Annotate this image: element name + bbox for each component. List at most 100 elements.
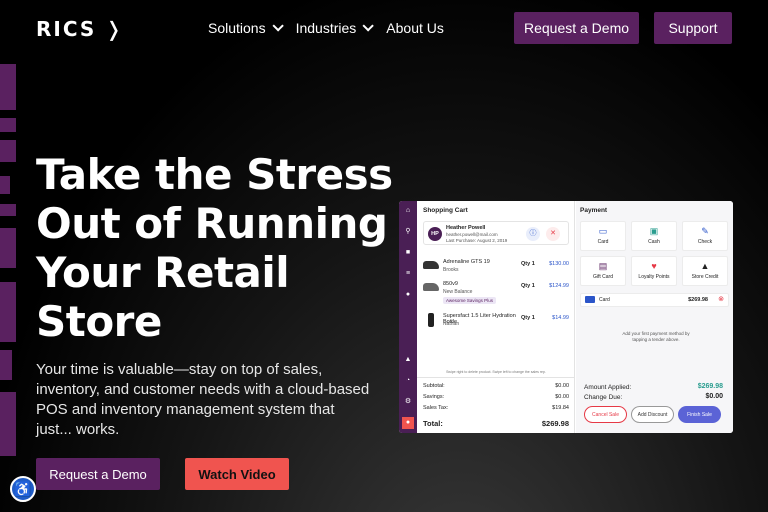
subtotal-row: Subtotal: $0.00	[423, 383, 569, 389]
total-row: Total: $269.98	[423, 419, 569, 428]
check-icon: ✎	[701, 226, 709, 236]
request-demo-button[interactable]: Request a Demo	[514, 12, 639, 44]
chevron-down-icon	[362, 20, 375, 32]
bottle-icon	[428, 313, 434, 327]
payment-hint: Add your first payment method by tapping…	[622, 331, 690, 342]
item-brand: New Balance	[443, 289, 473, 295]
subtotal-label: Subtotal:	[423, 383, 445, 389]
chevron-down-icon	[272, 20, 284, 32]
nav-industries-label: Industries	[295, 20, 357, 36]
tender-loyalty-points: ♥ Loyalty Points	[631, 256, 677, 286]
cancel-sale-button: Cancel Sale	[584, 406, 627, 423]
nav-about-us[interactable]: About Us	[386, 20, 444, 36]
amount-applied-label: Amount Applied:	[584, 384, 632, 391]
search-icon: ⚲	[405, 228, 411, 235]
pos-screenshot: ⌂ ⚲ ■ ≡ ● ▲ ◔ ⚙ ● Shopping Cart HP Heath…	[399, 201, 733, 433]
nav-solutions-label: Solutions	[208, 20, 266, 36]
customer-name: Heather Powell	[446, 225, 486, 231]
list-item: 850v9 New Balance Qty 1 $124.99 Awesome …	[423, 281, 569, 304]
cart-icon: ■	[405, 249, 411, 256]
total-value: $269.98	[541, 419, 569, 428]
clock-icon: ◔	[405, 377, 411, 384]
nav-solutions[interactable]: Solutions	[208, 20, 284, 36]
sales-tax-label: Sales Tax:	[423, 405, 449, 411]
tender-label: Check	[697, 239, 713, 245]
decor-bar	[0, 282, 16, 342]
tender-cash: ▣ Cash	[631, 221, 677, 251]
close-icon: ✕	[546, 227, 560, 241]
decor-bar	[0, 176, 10, 194]
pos-sidebar: ⌂ ⚲ ■ ≡ ● ▲ ◔ ⚙ ●	[399, 201, 417, 433]
info-icon: ⓘ	[526, 227, 540, 241]
decor-bar	[0, 204, 16, 216]
finish-sale-button: Finish Sale	[678, 406, 721, 423]
customer-card: HP Heather Powell heather.powell@mail.co…	[423, 221, 569, 245]
item-qty: Qty 1	[521, 283, 535, 289]
gift-card-icon: ▤	[598, 261, 608, 271]
store-credit-icon: ▲	[700, 261, 710, 271]
logo-chevron-icon: ❭	[96, 17, 125, 41]
rics-logo[interactable]: RICS ❭	[36, 17, 124, 41]
heart-icon: ♥	[651, 261, 657, 271]
customer-last-purchase: Last Purchase: August 2, 2019	[446, 238, 508, 243]
tender-check: ✎ Check	[682, 221, 728, 251]
card-icon	[585, 296, 595, 303]
remove-icon: ⊗	[718, 296, 724, 303]
nav-industries[interactable]: Industries	[295, 20, 375, 36]
shopping-cart-panel: Shopping Cart HP Heather Powell heather.…	[417, 201, 575, 433]
decor-bar	[0, 350, 12, 380]
top-nav: RICS ❭ Solutions Industries About Us Req…	[0, 0, 768, 56]
list-item: Adrenaline GTS 19 Brooks Qty 1 $130.00	[423, 259, 569, 281]
hero-request-demo-button[interactable]: Request a Demo	[36, 458, 160, 490]
tender-label: Card	[597, 239, 609, 245]
payment-title: Payment	[580, 207, 608, 214]
shoe-icon	[423, 261, 439, 269]
user-icon: ●	[402, 417, 414, 429]
customer-email: heather.powell@mail.com	[446, 232, 498, 237]
avatar: HP	[428, 227, 442, 241]
hero-title: Take the Stress Out of Running Your Reta…	[36, 150, 393, 346]
savings-value: $0.00	[555, 394, 569, 400]
cash-icon: ▣	[649, 226, 659, 236]
cart-hint: Swipe right to delete product. Swipe lef…	[446, 370, 546, 374]
amount-applied-value: $269.98	[697, 383, 723, 390]
item-qty: Qty 1	[521, 261, 535, 267]
sales-tax-value: $19.84	[552, 405, 569, 411]
item-name: Adrenaline GTS 19	[443, 259, 490, 265]
settings-icon: ⚙	[404, 398, 412, 405]
tender-label: Gift Card	[592, 274, 613, 280]
card-icon: ▭	[598, 226, 608, 236]
item-price: $14.99	[552, 315, 569, 321]
home-icon: ⌂	[405, 207, 411, 214]
applied-method: Card	[599, 297, 610, 303]
inventory-icon: ≡	[405, 270, 411, 277]
watch-video-button[interactable]: Watch Video	[185, 458, 289, 490]
accessibility-icon[interactable]: ♿	[10, 476, 36, 502]
add-discount-button: Add Discount	[631, 406, 674, 423]
item-brand: Nathan	[443, 321, 460, 327]
item-brand: Brooks	[443, 267, 459, 273]
decor-bar	[0, 118, 16, 132]
nav-links: Solutions Industries About Us	[208, 20, 444, 36]
applied-amount: $269.98	[688, 297, 708, 303]
hero-subtitle: Your time is valuable—stay on top of sal…	[36, 361, 370, 438]
tender-label: Cash	[648, 239, 660, 245]
item-name: 850v9	[443, 281, 458, 287]
support-button[interactable]: Support	[654, 12, 732, 44]
tender-store-credit: ▲ Store Credit	[682, 256, 728, 286]
decor-bar	[0, 140, 16, 162]
list-item: Supersfact 1.5 Liter Hydration Bottle Na…	[423, 313, 569, 335]
item-qty: Qty 1	[521, 315, 535, 321]
tender-label: Loyalty Points	[638, 274, 670, 280]
total-label: Total:	[423, 419, 443, 428]
applied-payment-row: Card $269.98 ⊗	[580, 293, 729, 307]
customers-icon: ●	[405, 291, 411, 298]
nav-about-label: About Us	[386, 20, 444, 36]
tender-gift-card: ▤ Gift Card	[580, 256, 626, 286]
sales-tax-row: Sales Tax: $19.84	[423, 405, 569, 411]
subtotal-value: $0.00	[555, 383, 569, 389]
change-due-value: $0.00	[705, 393, 723, 400]
decor-bar	[0, 392, 16, 456]
shoe-icon	[423, 283, 439, 291]
discount-tag: Awesome Savings Plus	[443, 297, 496, 304]
